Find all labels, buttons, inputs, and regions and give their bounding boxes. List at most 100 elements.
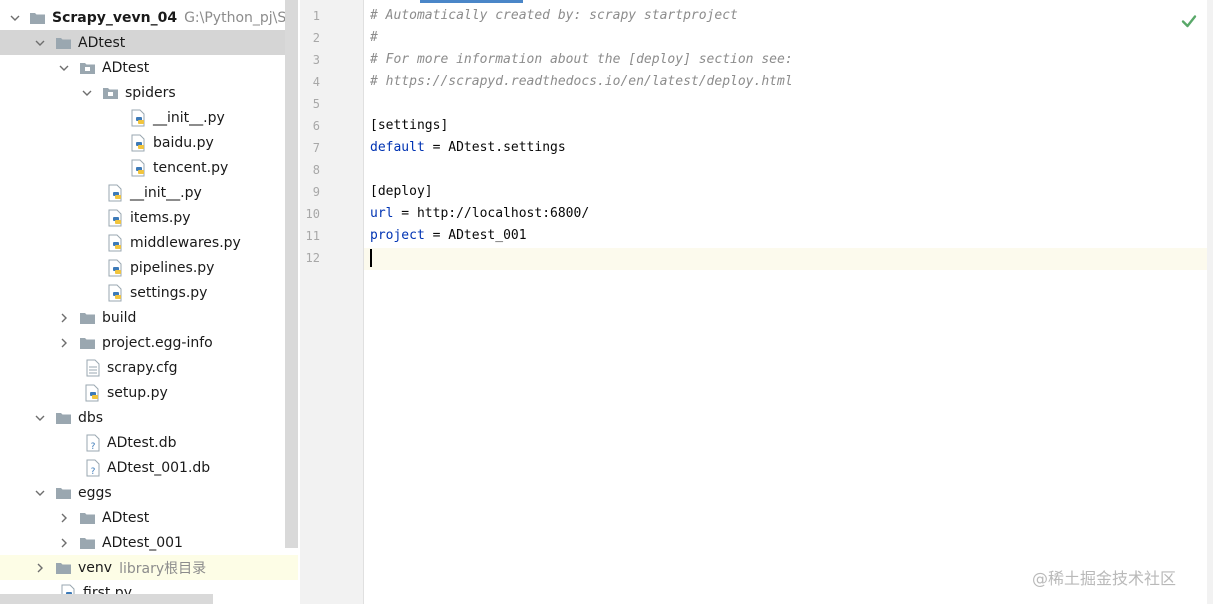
tree-row-spiders[interactable]: spiders <box>0 80 285 105</box>
code-line-1[interactable]: # Automatically created by: scrapy start… <box>370 5 738 27</box>
line-number: 8 <box>312 163 320 177</box>
line-number: 11 <box>305 229 320 243</box>
svg-text:?: ? <box>90 467 95 477</box>
tree-item-label: __init__.py <box>153 109 225 126</box>
tree-item-library-hint: library根目录 <box>119 560 207 577</box>
code-equals: = <box>424 228 449 243</box>
tree-vertical-scrollbar[interactable] <box>285 0 298 548</box>
tree-item-label: tencent.py <box>153 159 229 176</box>
chevron-right-icon[interactable] <box>57 336 71 350</box>
folder-icon <box>79 335 96 351</box>
tree-horizontal-scrollbar[interactable] <box>0 594 213 604</box>
tree-item-label: setup.py <box>107 384 168 401</box>
code-line-6[interactable]: [settings] <box>370 115 448 137</box>
chevron-right-icon[interactable] <box>57 311 71 325</box>
tree-row-eggs-adtest[interactable]: ADtest <box>0 505 285 530</box>
tree-row-file[interactable]: ? ADtest_001.db <box>0 455 285 480</box>
folder-icon <box>79 510 96 526</box>
code-line-3[interactable]: # For more information about the [deploy… <box>370 49 793 71</box>
line-number: 1 <box>312 9 320 23</box>
tree-item-label: dbs <box>78 409 104 426</box>
tree-row-eggs[interactable]: eggs <box>0 480 285 505</box>
svg-text:?: ? <box>90 442 95 452</box>
tree-item-label: build <box>102 309 137 326</box>
tree-item-label: __init__.py <box>130 184 202 201</box>
tree-row-file[interactable]: baidu.py <box>0 130 285 155</box>
code-line-10[interactable]: url = http://localhost:6800/ <box>370 203 589 225</box>
python-file-icon <box>107 234 124 251</box>
chevron-down-icon[interactable] <box>33 486 47 500</box>
tree-row-file[interactable]: items.py <box>0 205 285 230</box>
line-number: 7 <box>312 141 320 155</box>
tree-item-path-hint: G:\Python_pj\Scrap <box>184 9 298 26</box>
chevron-down-icon[interactable] <box>80 86 94 100</box>
tree-row-file[interactable]: tencent.py <box>0 155 285 180</box>
tree-item-label: scrapy.cfg <box>107 359 178 376</box>
chevron-right-icon[interactable] <box>57 511 71 525</box>
package-folder-icon <box>102 85 119 101</box>
project-tree: Scrapy_vevn_04 G:\Python_pj\Scrap ADtest… <box>0 0 298 604</box>
code-line-4[interactable]: # https://scrapyd.readthedocs.io/en/late… <box>370 71 793 93</box>
code-equals: = <box>393 206 417 221</box>
tree-row-egg-info[interactable]: project.egg-info <box>0 330 285 355</box>
chevron-right-icon[interactable] <box>33 561 47 575</box>
tree-item-label: Scrapy_vevn_04 <box>52 9 178 26</box>
code-value: ADtest_001 <box>448 228 527 243</box>
code-line-7[interactable]: default = ADtest.settings <box>370 137 566 159</box>
code-value: ADtest.settings <box>448 140 566 155</box>
checkmark-icon[interactable] <box>1180 12 1198 30</box>
tree-row-file[interactable]: settings.py <box>0 280 285 305</box>
line-number: 6 <box>312 119 320 133</box>
tree-row-build[interactable]: build <box>0 305 285 330</box>
tree-row-file[interactable]: __init__.py <box>0 105 285 130</box>
python-file-icon <box>130 134 147 151</box>
chevron-down-icon[interactable] <box>57 61 71 75</box>
tree-row-file[interactable]: setup.py <box>0 380 285 405</box>
folder-icon <box>55 410 72 426</box>
tree-row-file[interactable]: scrapy.cfg <box>0 355 285 380</box>
line-number: 12 <box>305 251 320 265</box>
tree-item-label: spiders <box>125 84 176 101</box>
tree-item-label: ADtest.db <box>107 434 177 451</box>
tree-item-label: ADtest_001.db <box>107 459 211 476</box>
python-file-icon <box>84 384 101 401</box>
folder-icon <box>79 310 96 326</box>
folder-icon <box>55 485 72 501</box>
text-file-icon <box>84 359 101 376</box>
code-line-9[interactable]: [deploy] <box>370 181 433 203</box>
tree-row-adtest[interactable]: ADtest <box>0 30 285 55</box>
tree-item-label: ADtest <box>78 34 126 51</box>
line-number: 2 <box>312 31 320 45</box>
code-key: default <box>370 140 425 155</box>
chevron-down-icon[interactable] <box>9 11 21 25</box>
unknown-file-icon: ? <box>84 459 101 477</box>
tree-item-label: items.py <box>130 209 191 226</box>
watermark-text: @稀土掘金技术社区 <box>1032 569 1177 588</box>
tree-row-adtest-package[interactable]: ADtest <box>0 55 285 80</box>
chevron-right-icon[interactable] <box>57 536 71 550</box>
current-line-highlight <box>364 248 1207 270</box>
code-key: url <box>370 206 394 221</box>
chevron-down-icon[interactable] <box>33 36 47 50</box>
tree-row-venv[interactable]: venv library根目录 <box>0 555 298 580</box>
tree-row-file[interactable]: pipelines.py <box>0 255 285 280</box>
code-value: http://localhost:6800/ <box>416 206 590 221</box>
python-file-icon <box>107 284 124 301</box>
tree-row-dbs[interactable]: dbs <box>0 405 285 430</box>
code-key: project <box>370 228 425 243</box>
package-folder-icon <box>79 60 96 76</box>
text-caret <box>370 249 372 267</box>
tree-item-label: venv <box>78 559 113 576</box>
editor-scrollbar-track[interactable] <box>1207 0 1213 604</box>
tree-row-file[interactable]: ? ADtest.db <box>0 430 285 455</box>
tree-row-file[interactable]: __init__.py <box>0 180 285 205</box>
tree-row-eggs-adtest-001[interactable]: ADtest_001 <box>0 530 285 555</box>
folder-icon <box>79 535 96 551</box>
tree-row-project-root[interactable]: Scrapy_vevn_04 G:\Python_pj\Scrap <box>0 5 298 30</box>
chevron-down-icon[interactable] <box>33 411 47 425</box>
code-line-2[interactable]: # <box>370 27 378 49</box>
code-comment: # <box>370 30 378 45</box>
tree-row-file[interactable]: middlewares.py <box>0 230 285 255</box>
tree-item-label: ADtest_001 <box>102 534 183 551</box>
code-line-11[interactable]: project = ADtest_001 <box>370 225 527 247</box>
